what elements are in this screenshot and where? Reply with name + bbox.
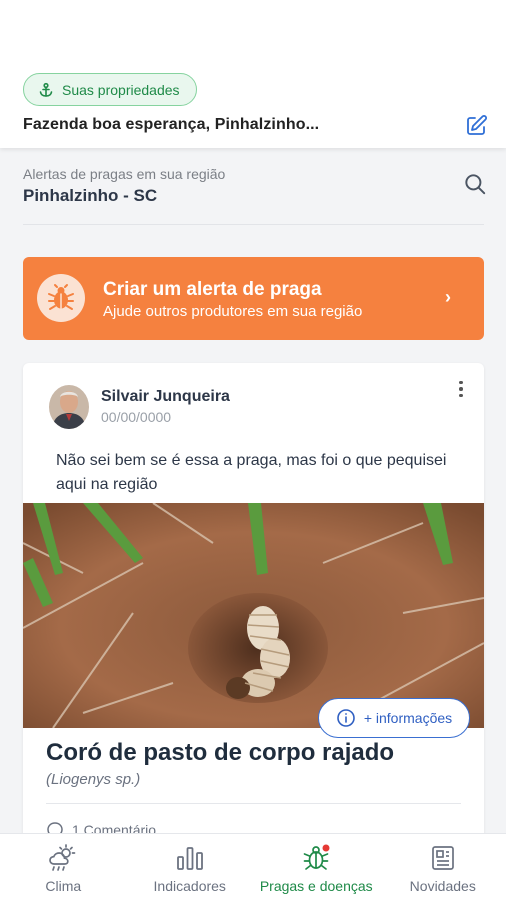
more-options-icon[interactable] [453,377,469,401]
chevron-right-icon: › [445,287,451,307]
divider [23,224,484,225]
properties-chip[interactable]: Suas propriedades [23,73,197,106]
post-card[interactable]: Silvair Junqueira 00/00/0000 Não sei bem… [23,363,484,843]
chart-icon [176,847,203,870]
bottom-nav: Clima Indicadores Pragas e doenças Novid… [0,833,506,900]
create-alert-title: Criar um alerta de praga [103,279,322,300]
farm-name[interactable]: Fazenda boa esperança, Pinhalzinho... [23,116,319,134]
bug-icon-badge [37,274,85,322]
nav-label: Clima [45,878,82,894]
nav-item-indicadores[interactable]: Indicadores [127,834,254,900]
nav-item-novidades[interactable]: Novidades [380,834,506,900]
info-icon [337,709,355,727]
region-label: Alertas de pragas em sua região [23,166,226,182]
search-icon[interactable] [462,171,488,197]
pest-photo[interactable] [23,503,484,728]
header: Suas propriedades Fazenda boa esperança,… [0,0,506,148]
edit-icon[interactable] [464,114,488,138]
nav-item-pragas[interactable]: Pragas e doenças [253,834,380,900]
bug-icon [303,844,330,870]
pest-name[interactable]: Coró de pasto de corpo rajado [46,739,394,767]
nav-item-clima[interactable]: Clima [0,834,127,900]
weather-icon [49,844,76,871]
nav-label: Novidades [409,878,476,894]
post-author[interactable]: Silvair Junqueira [101,388,230,406]
more-info-label: + informações [363,710,453,726]
bug-icon [48,284,74,310]
more-info-button[interactable]: + informações [318,698,470,738]
pest-scientific-name: (Liogenys sp.) [46,771,141,788]
region-section: Alertas de pragas em sua região Pinhalzi… [0,148,506,226]
avatar[interactable] [49,385,89,429]
news-icon [431,846,454,870]
nav-label: Pragas e doenças [259,878,373,894]
properties-chip-label: Suas propriedades [62,81,180,98]
post-date: 00/00/0000 [101,409,172,425]
create-alert-subtitle: Ajude outros produtores em sua região [103,303,363,320]
post-text: Não sei bem se é essa a praga, mas foi o… [56,452,447,493]
create-alert-button[interactable]: Criar um alerta de praga Ajude outros pr… [23,257,484,340]
anchor-icon [39,82,53,97]
nav-label: Indicadores [153,878,226,894]
region-name: Pinhalzinho - SC [23,186,158,205]
divider [46,803,461,804]
